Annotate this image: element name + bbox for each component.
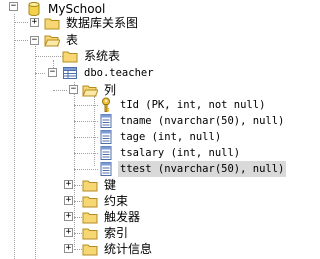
- expand-toggle[interactable]: +: [64, 244, 73, 253]
- primary-key-icon: [102, 97, 110, 112]
- table-name-label: dbo.teacher: [84, 67, 154, 79]
- column-icon: [100, 130, 112, 144]
- tree-line: [14, 40, 28, 41]
- table-icon: [63, 67, 77, 79]
- collapse-toggle[interactable]: −: [9, 2, 18, 11]
- tree-line: [94, 96, 95, 166]
- folder-icon: [82, 212, 98, 224]
- statistics-label: 统计信息: [104, 242, 153, 256]
- column-icon: [100, 162, 112, 176]
- expand-toggle[interactable]: +: [64, 228, 73, 237]
- folder-open-icon: [82, 85, 98, 97]
- tree-line: [74, 82, 75, 247]
- folder-icon: [82, 180, 98, 192]
- column-label: tname (nvarchar(50), null): [120, 115, 285, 127]
- expand-toggle[interactable]: +: [64, 196, 73, 205]
- tree-line: [74, 153, 98, 154]
- tree-line: [74, 121, 98, 122]
- folder-icon: [44, 18, 60, 30]
- tree-line: [53, 90, 67, 91]
- tree-line: [14, 22, 28, 23]
- column-icon: [100, 146, 112, 160]
- tree-line: [74, 169, 98, 170]
- column-item-selected[interactable]: ttest (nvarchar(50), null): [98, 160, 287, 178]
- tree-node-table-teacher[interactable]: dbo.teacher: [62, 64, 156, 82]
- tree-node-system-tables[interactable]: 系统表: [62, 47, 122, 65]
- tree-line: [35, 44, 36, 259]
- expand-toggle[interactable]: +: [64, 212, 73, 221]
- collapse-toggle[interactable]: −: [69, 85, 78, 94]
- collapse-toggle[interactable]: −: [30, 36, 39, 45]
- tree-node-statistics[interactable]: 统计信息: [82, 240, 154, 258]
- system-tables-label: 系统表: [84, 49, 121, 63]
- triggers-label: 触发器: [104, 210, 141, 224]
- column-label: ttest (nvarchar(50), null): [118, 161, 287, 177]
- tree-node-diagrams[interactable]: 数据库关系图: [44, 14, 140, 32]
- folder-icon: [62, 51, 78, 63]
- column-label: tage (int, null): [120, 131, 222, 143]
- collapse-toggle[interactable]: −: [48, 68, 57, 77]
- expand-toggle[interactable]: +: [30, 18, 39, 27]
- column-label: tsalary (int, null): [120, 147, 241, 159]
- tree-line: [74, 137, 98, 138]
- object-explorer-tree: − MySchool + 数据库关系图 − 表 系统表 − dbo.teache…: [0, 0, 287, 259]
- folder-icon: [82, 196, 98, 208]
- tree-line: [14, 14, 15, 259]
- tree-line: [35, 56, 63, 57]
- diagrams-label: 数据库关系图: [66, 16, 139, 30]
- tables-label: 表: [66, 33, 79, 47]
- folder-icon: [82, 244, 98, 256]
- column-icon: [100, 114, 112, 128]
- database-icon: [28, 2, 40, 16]
- keys-label: 键: [104, 178, 117, 192]
- folder-open-icon: [44, 35, 60, 47]
- column-label: tId (PK, int, not null): [120, 99, 266, 111]
- tree-line: [74, 105, 98, 106]
- constraints-label: 约束: [104, 194, 129, 208]
- tree-line: [35, 73, 45, 74]
- folder-icon: [82, 228, 98, 240]
- expand-toggle[interactable]: +: [64, 180, 73, 189]
- indexes-label: 索引: [104, 226, 129, 240]
